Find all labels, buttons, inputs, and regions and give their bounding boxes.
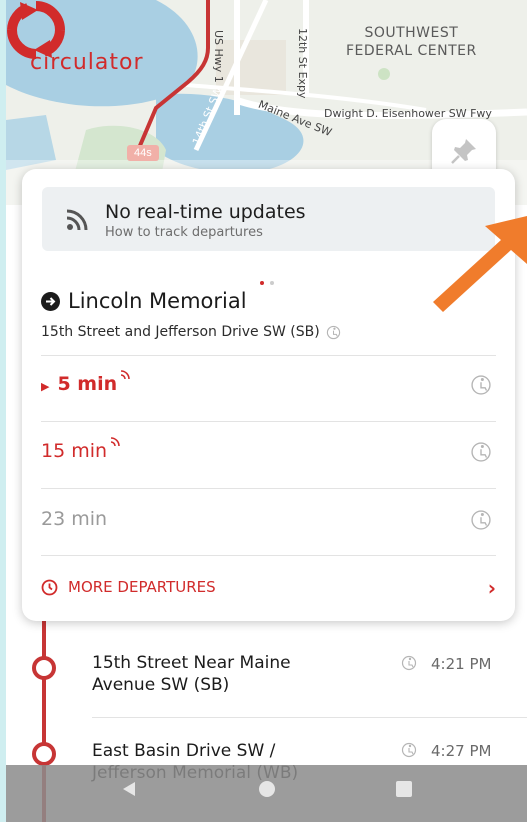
divider [41, 555, 496, 556]
stop-name-text: Lincoln Memorial [68, 289, 247, 313]
map-label-12th-st: 12th St Expy [296, 28, 309, 99]
app-screen: SOUTHWEST FEDERAL CENTER Dwight D. Eisen… [6, 0, 527, 822]
stop-title: Lincoln Memorial [41, 289, 247, 313]
accessible-icon [471, 442, 491, 462]
departure-row[interactable]: ▶ 5 min [41, 364, 496, 404]
back-icon[interactable] [121, 781, 137, 797]
page-dot [270, 281, 274, 285]
next-departure-caret-icon: ▶ [41, 381, 50, 393]
timeline-stop-node [32, 742, 56, 766]
more-departures-label: MORE DEPARTURES [68, 578, 216, 596]
accessible-icon [401, 655, 417, 671]
map-label-southwest: SOUTHWEST FEDERAL CENTER [346, 25, 477, 59]
realtime-icon [110, 437, 120, 447]
timeline-stop-name: 15th Street Near Maine Avenue SW (SB) [92, 653, 291, 695]
direction-arrow-icon [41, 291, 60, 311]
departure-time: 15 min [41, 437, 121, 462]
pin-icon [451, 139, 476, 164]
refresh-icon[interactable] [6, 0, 66, 60]
stop-subtitle: 15th Street and Jefferson Drive SW (SB) [41, 324, 341, 340]
map-label-us-hwy: US Hwy 1 [212, 30, 225, 83]
more-departures-button[interactable]: MORE DEPARTURES › [41, 572, 496, 602]
accessible-icon [401, 742, 417, 758]
divider [41, 488, 496, 489]
divider [41, 355, 496, 356]
recent-apps-icon[interactable] [396, 781, 412, 797]
home-icon[interactable] [259, 781, 275, 797]
realtime-banner-link[interactable]: How to track departures [105, 225, 263, 240]
page-dot-active [260, 281, 264, 285]
clock-icon [41, 579, 58, 595]
accessible-icon [471, 510, 491, 530]
timeline-stop-node [32, 656, 56, 680]
vehicle-badge[interactable]: 44s [127, 145, 159, 161]
annotation-arrow-icon [433, 216, 527, 312]
timeline-time: 4:21 PM [431, 655, 492, 673]
page-indicator [260, 272, 280, 290]
realtime-banner-title: No real-time updates [105, 201, 306, 223]
stop-subtitle-text: 15th Street and Jefferson Drive SW (SB) [41, 324, 320, 340]
divider [92, 717, 527, 718]
departure-time: 23 min [41, 508, 108, 530]
divider [41, 421, 496, 422]
realtime-icon [120, 370, 130, 380]
departure-row[interactable]: 15 min [41, 431, 496, 471]
chevron-right-icon: › [487, 576, 496, 600]
accessible-icon [471, 375, 491, 395]
timeline-time: 4:27 PM [431, 742, 492, 760]
departure-row[interactable]: 23 min [41, 499, 496, 539]
system-nav-bar [6, 765, 527, 822]
no-realtime-icon [66, 209, 88, 231]
realtime-banner[interactable]: No real-time updates How to track depart… [42, 187, 495, 251]
accessible-icon [326, 325, 340, 339]
departure-time: 5 min [57, 370, 131, 395]
